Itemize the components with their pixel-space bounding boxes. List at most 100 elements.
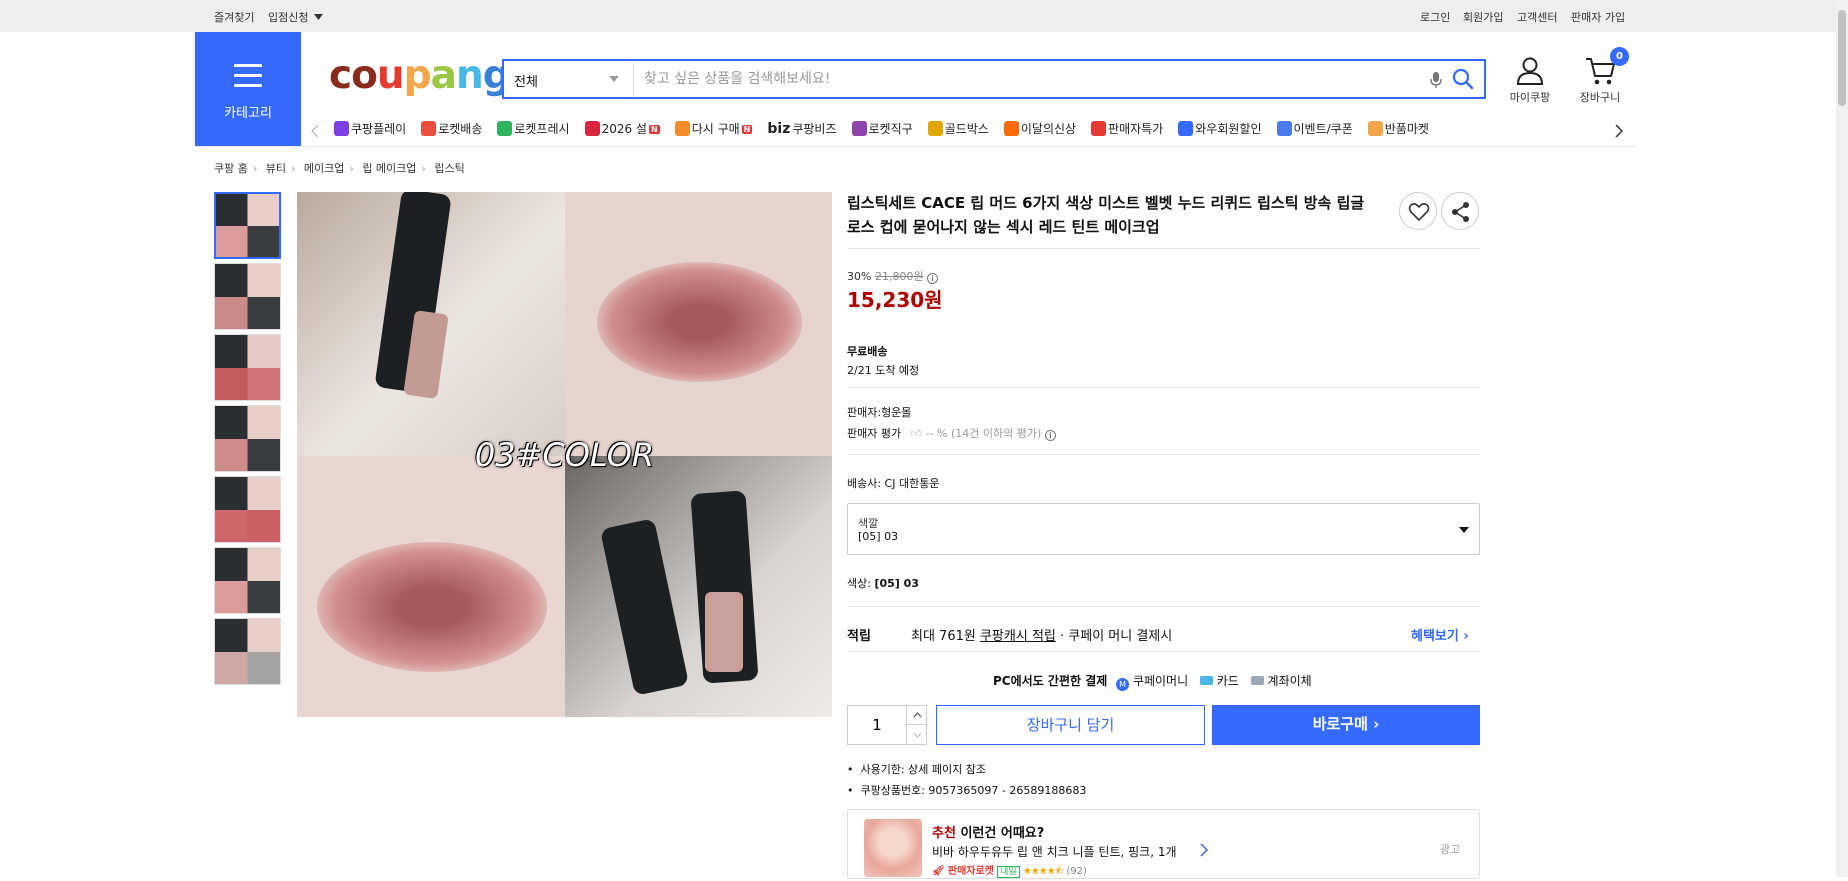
nav-item-label: 와우회원할인 bbox=[1195, 122, 1262, 136]
my-coupang-label: 마이쿠팡 bbox=[1509, 91, 1551, 104]
wishlist-button[interactable] bbox=[1399, 192, 1437, 230]
search-input[interactable] bbox=[644, 61, 1404, 97]
divider bbox=[847, 651, 1480, 652]
nav-item[interactable]: 골드박스 bbox=[927, 120, 989, 137]
scrollbar-thumb[interactable] bbox=[1838, 10, 1846, 106]
quantity-decrease-button[interactable] bbox=[906, 725, 927, 744]
card-icon bbox=[1199, 676, 1213, 685]
arrival-date: 2/21 도착 예정 bbox=[847, 364, 920, 377]
cart-count-badge: 0 bbox=[1610, 47, 1629, 66]
nav-item[interactable]: 2026 설N bbox=[584, 120, 660, 137]
seller-rating-value: -- % (14건 이하의 평가) bbox=[925, 427, 1042, 440]
microphone-icon[interactable] bbox=[1430, 71, 1442, 89]
thumbnail-5[interactable] bbox=[214, 476, 281, 543]
nav-item[interactable]: 와우회원할인 bbox=[1178, 120, 1262, 137]
breadcrumb-beauty[interactable]: 뷰티 bbox=[266, 162, 286, 175]
sale-price: 15,230원 bbox=[847, 288, 943, 312]
quantity-increase-button[interactable] bbox=[906, 706, 927, 725]
nav-item[interactable]: biz 쿠팡비즈 bbox=[767, 120, 836, 137]
recommend-item-name: 비바 하우두유두 립 앤 치크 니플 틴트, 핑크, 1개 bbox=[932, 845, 1177, 859]
add-to-cart-button[interactable]: 장바구니 담기 bbox=[936, 705, 1205, 745]
nav-item[interactable]: 이벤트/쿠폰 bbox=[1276, 120, 1353, 137]
buy-now-button[interactable]: 바로구매 › bbox=[1212, 705, 1480, 745]
breadcrumb-home[interactable]: 쿠팡 홈 bbox=[214, 162, 248, 175]
nav-item[interactable]: 반품마켓 bbox=[1367, 120, 1429, 137]
nav-item[interactable]: 다시 구매 N bbox=[674, 120, 753, 137]
expiry-note: 사용기한: 상세 페이지 참조 bbox=[860, 763, 986, 776]
info-icon[interactable]: i bbox=[927, 273, 939, 284]
search-category-value: 전체 bbox=[514, 75, 538, 90]
buy-now-label: 바로구매 bbox=[1312, 715, 1368, 733]
chevron-right-icon[interactable] bbox=[1200, 843, 1208, 857]
nav-item-label: 로켓직구 bbox=[868, 122, 913, 136]
benefit-link[interactable]: 혜택보기 › bbox=[1411, 625, 1469, 644]
chevron-down-icon[interactable] bbox=[314, 14, 323, 20]
new-badge: N bbox=[648, 125, 660, 134]
thumbnail-7[interactable] bbox=[214, 618, 281, 685]
nav-item[interactable]: 로켓직구 bbox=[851, 120, 913, 137]
bookmark-link[interactable]: 즐겨찾기 bbox=[214, 9, 254, 25]
recommend-thumbnail bbox=[864, 819, 922, 877]
nav-item-label: 골드박스 bbox=[944, 122, 989, 136]
nav-item-icon bbox=[334, 121, 349, 136]
login-link[interactable]: 로그인 bbox=[1420, 9, 1450, 25]
thumbnail-1[interactable] bbox=[214, 192, 281, 259]
thumbnail-6[interactable] bbox=[214, 547, 281, 614]
seller-apply-link[interactable]: 입점신청 bbox=[268, 9, 308, 25]
nav-item-icon bbox=[421, 121, 437, 136]
divider bbox=[847, 454, 1480, 455]
thumbnail-3[interactable] bbox=[214, 334, 281, 401]
quantity-stepper bbox=[847, 705, 927, 745]
my-coupang-button[interactable]: 마이쿠팡 bbox=[1505, 56, 1555, 105]
chevron-up-icon bbox=[913, 712, 922, 718]
pay-method-coupay: 쿠페이머니 bbox=[1132, 674, 1189, 688]
breadcrumb-makeup[interactable]: 메이크업 bbox=[304, 162, 344, 175]
reward-amount: 최대 761원 bbox=[911, 629, 976, 644]
nav-item-label: 다시 구매 bbox=[691, 122, 740, 136]
page-scrollbar[interactable] bbox=[1836, 0, 1848, 877]
carrier-info: 배송사: CJ 대한통운 bbox=[847, 477, 940, 490]
chevron-down-icon bbox=[913, 732, 922, 738]
hamburger-icon bbox=[234, 64, 262, 87]
dropdown-arrow-icon bbox=[1459, 527, 1469, 533]
selected-color-value: [05] 03 bbox=[874, 577, 919, 590]
breadcrumb-lip-makeup[interactable]: 립 메이크업 bbox=[362, 162, 416, 175]
nav-prev-arrow-icon[interactable] bbox=[311, 124, 319, 138]
nav-item[interactable]: 이달의신상 bbox=[1003, 120, 1076, 137]
selected-color-label: 색상: bbox=[847, 577, 871, 590]
quantity-input[interactable] bbox=[848, 706, 906, 744]
coupang-logo[interactable]: coupang bbox=[329, 53, 511, 98]
share-button[interactable] bbox=[1441, 192, 1479, 230]
option-value: [05] 03 bbox=[858, 530, 899, 543]
nav-item[interactable]: 판매자특가 bbox=[1091, 120, 1163, 137]
nav-item-icon bbox=[1367, 121, 1383, 136]
nav-item-icon bbox=[584, 121, 600, 136]
nav-item-icon bbox=[927, 121, 943, 136]
nav-item[interactable]: 쿠팡플레이 bbox=[334, 120, 406, 137]
info-icon[interactable]: i bbox=[1044, 430, 1056, 441]
thumbnail-4[interactable] bbox=[214, 405, 281, 472]
recommendation-card[interactable]: 추천 이런건 어때요? 비바 하우두유두 립 앤 치크 니플 틴트, 핑크, 1… bbox=[847, 809, 1480, 879]
search-icon[interactable] bbox=[1452, 68, 1474, 90]
divider bbox=[847, 248, 1480, 249]
seller-signup-link[interactable]: 판매자 가입 bbox=[1571, 9, 1625, 25]
search-category-select[interactable]: 전체 bbox=[504, 61, 634, 97]
thumbnail-2[interactable] bbox=[214, 263, 281, 330]
product-main-image[interactable]: 03#COLOR bbox=[297, 192, 832, 717]
breadcrumb-lipstick[interactable]: 립스틱 bbox=[434, 162, 464, 175]
nav-item[interactable]: 로켓프레시 bbox=[497, 120, 570, 137]
bank-icon bbox=[1250, 676, 1264, 685]
nav-next-arrow-icon[interactable] bbox=[1615, 124, 1623, 138]
category-menu-button[interactable]: 카테고리 bbox=[195, 32, 301, 146]
top-utility-bar: 즐겨찾기 입점신청 로그인 회원가입 고객센터 판매자 가입 bbox=[0, 0, 1836, 32]
customer-center-link[interactable]: 고객센터 bbox=[1517, 9, 1557, 25]
signup-link[interactable]: 회원가입 bbox=[1463, 9, 1503, 25]
seller-name[interactable]: 판매자:형운몰 bbox=[847, 404, 911, 420]
coupang-cash-link[interactable]: 쿠팡캐시 적립 bbox=[980, 629, 1056, 644]
nav-item[interactable]: 로켓배송 bbox=[421, 120, 482, 137]
nav-item-icon bbox=[1178, 121, 1194, 136]
discount-rate: 30% bbox=[847, 270, 872, 283]
recommend-title-rest: 이런건 어때요? bbox=[960, 826, 1045, 841]
color-option-select[interactable]: 색깔 [05] 03 bbox=[847, 503, 1480, 555]
tomorrow-tag: 내일 bbox=[997, 866, 1020, 878]
